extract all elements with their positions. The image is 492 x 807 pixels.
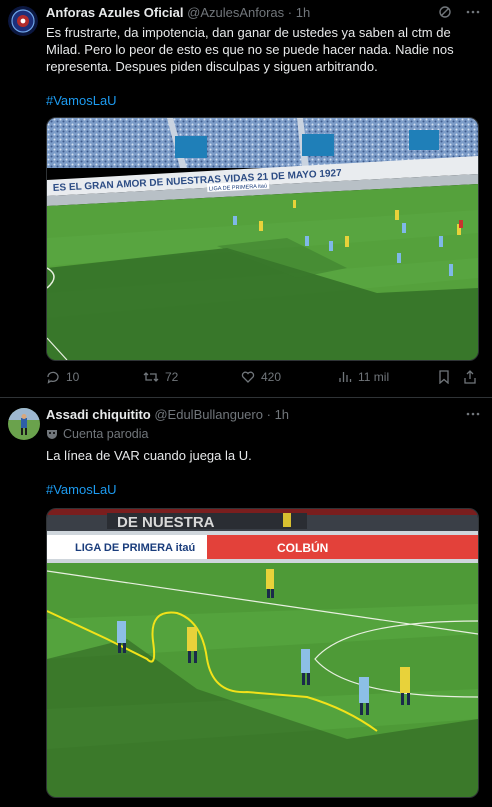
tweet-header: Assadi chiquitito @EdulBullanguero · 1h: [46, 407, 289, 423]
hashtag-link[interactable]: #VamosLaU: [46, 481, 476, 498]
profile-photo: [8, 408, 40, 440]
display-name[interactable]: Assadi chiquitito: [46, 407, 151, 422]
reply-button[interactable]: 10: [46, 370, 79, 384]
timestamp[interactable]: 1h: [275, 407, 289, 422]
top-actions: [438, 5, 480, 22]
club-crest-icon: [8, 6, 38, 36]
handle[interactable]: @AzulesAnforas: [187, 5, 284, 20]
ad-board-left-text: LIGA DE PRIMERA itaú: [75, 542, 195, 554]
tweet-1[interactable]: Anforas Azules Oficial @AzulesAnforas · …: [0, 0, 492, 398]
bookmark-button[interactable]: [438, 370, 450, 384]
repost-count: 72: [165, 370, 179, 384]
more-icon[interactable]: [466, 407, 480, 424]
tweet-text: Es frustrarte, da impotencia, dan ganar …: [46, 25, 454, 74]
stadium-photo: ES EL GRAN AMOR DE NUESTRAS VIDAS 21 DE …: [47, 118, 478, 360]
separator: ·: [266, 407, 271, 422]
more-icon[interactable]: [466, 5, 480, 22]
stand-banner-text: DE NUESTRA: [117, 514, 215, 531]
parody-label: Cuenta parodia: [46, 427, 148, 441]
repost-icon: [143, 372, 159, 382]
reply-icon: [47, 371, 59, 384]
views-icon: [339, 372, 352, 382]
reply-count: 10: [66, 370, 80, 384]
avatar[interactable]: [8, 408, 40, 440]
like-count: 420: [261, 370, 282, 384]
like-button[interactable]: 420: [241, 370, 281, 384]
avatar[interactable]: [8, 6, 38, 36]
separator: ·: [287, 5, 293, 20]
top-actions: [466, 407, 480, 424]
action-bar: 10 72 420 11 mil: [46, 370, 476, 388]
parody-text: Cuenta parodia: [63, 427, 149, 441]
tweet-text: La línea de VAR cuando juega la U.: [46, 448, 252, 463]
timestamp[interactable]: 1h: [296, 5, 310, 20]
hashtag-link[interactable]: #VamosLaU: [46, 92, 476, 109]
tweet-header: Anforas Azules Oficial @AzulesAnforas · …: [46, 5, 310, 21]
tweet-2[interactable]: Assadi chiquitito @EdulBullanguero · 1h …: [0, 398, 492, 807]
handle[interactable]: @EdulBullanguero: [154, 407, 263, 422]
tweet-image[interactable]: ES EL GRAN AMOR DE NUESTRAS VIDAS 21 DE …: [46, 117, 479, 361]
share-button[interactable]: [464, 370, 476, 384]
bookmark-icon: [439, 370, 449, 384]
tweet-image[interactable]: DE NUESTRA LIGA DE PRIMERA itaú COLBÚN: [46, 508, 479, 798]
views-button[interactable]: 11 mil: [338, 370, 389, 384]
like-icon: [241, 371, 255, 383]
share-icon: [464, 370, 476, 384]
grok-icon[interactable]: [438, 5, 452, 22]
display-name[interactable]: Anforas Azules Oficial: [46, 5, 184, 20]
ad-board-right-text: COLBÚN: [277, 540, 328, 555]
parody-mask-icon: [47, 430, 57, 439]
repost-button[interactable]: 72: [143, 370, 178, 384]
views-count: 11 mil: [358, 370, 390, 384]
var-line-photo: DE NUESTRA LIGA DE PRIMERA itaú COLBÚN: [47, 509, 478, 797]
